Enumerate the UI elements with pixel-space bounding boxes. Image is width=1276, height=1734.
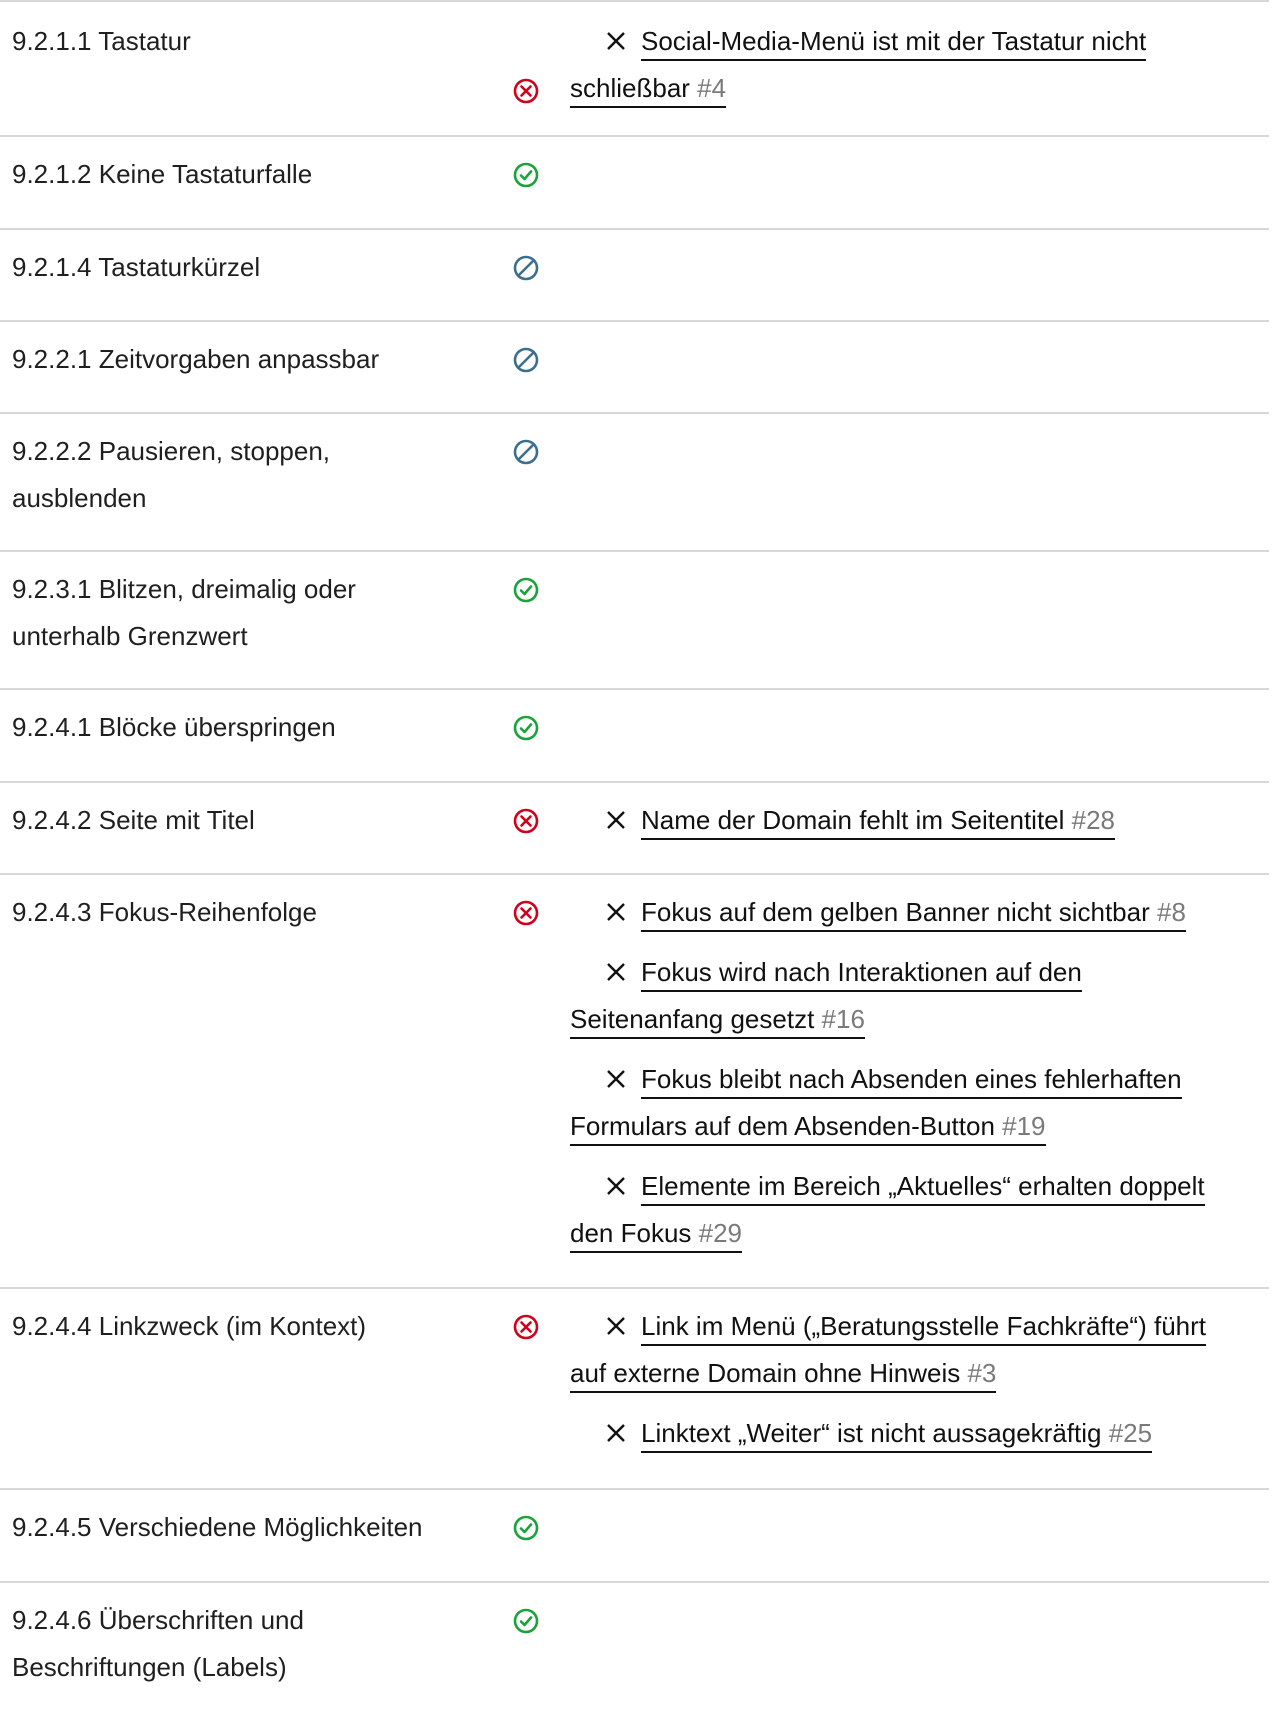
issue-link[interactable]: Name der Domain fehlt im Seitentitel #28 xyxy=(641,805,1116,840)
check-circle-icon xyxy=(513,715,539,741)
table-row: 9.2.2.1 Zeitvorgaben anpassbar xyxy=(0,320,1269,412)
table-row: 9.2.4.3 Fokus-Reihenfolge Fokus auf dem … xyxy=(0,873,1269,1287)
pass-status-icon xyxy=(511,575,543,607)
issue-link[interactable]: Linktext „Weiter“ ist nicht aussagekräft… xyxy=(641,1418,1153,1453)
issue-link[interactable]: schließbar #4 xyxy=(570,73,727,108)
fail-status-icon xyxy=(511,76,543,108)
criterion-label: 9.2.1.1 Tastatur xyxy=(12,26,191,56)
issue-item-continued: Seitenanfang gesetzt #16 xyxy=(570,996,1261,1043)
pass-status-icon xyxy=(511,160,543,192)
criterion-label: 9.2.2.2 Pausieren, stoppen, ausblenden xyxy=(12,436,331,513)
x-circle-icon xyxy=(513,78,539,104)
close-x-icon xyxy=(607,1317,625,1335)
table-row: 9.2.4.2 Seite mit Titel Name der Domain … xyxy=(0,781,1269,873)
criterion-label: 9.2.4.6 Überschriften und Beschriftungen … xyxy=(12,1605,304,1682)
slash-circle-icon xyxy=(513,255,539,281)
issue-link[interactable]: den Fokus #29 xyxy=(570,1218,743,1253)
criterion-label: 9.2.4.3 Fokus-Reihenfolge xyxy=(12,897,317,927)
slash-circle-icon xyxy=(513,439,539,465)
issue-item-continued: den Fokus #29 xyxy=(570,1210,1261,1257)
issue-item-continued: auf externe Domain ohne Hinweis #3 xyxy=(570,1350,1261,1397)
criterion-label: 9.2.1.2 Keine Tastaturfalle xyxy=(12,159,313,189)
not-applicable-status-icon xyxy=(511,253,543,285)
issue-link[interactable]: Elemente im Bereich „Aktuelles“ erhalten… xyxy=(641,1171,1205,1206)
fail-status-icon xyxy=(511,806,543,838)
criterion-label: 9.2.4.4 Linkzweck (im Kontext) xyxy=(12,1311,367,1341)
issue-link[interactable]: Fokus bleibt nach Absenden eines fehlerh… xyxy=(641,1064,1182,1099)
check-circle-icon xyxy=(513,1515,539,1541)
check-circle-icon xyxy=(513,1608,539,1634)
issue-link[interactable]: Link im Menü („Beratungsstelle Fachkräft… xyxy=(641,1311,1206,1346)
issue-link[interactable]: Fokus wird nach Interaktionen auf den xyxy=(641,957,1082,992)
table-row: 9.2.4.6 Überschriften und Beschriftungen … xyxy=(0,1581,1269,1723)
issue-item: Elemente im Bereich „Aktuelles“ erhalten… xyxy=(605,1163,1261,1210)
table-row: 9.2.3.1 Blitzen, dreimalig oder unterhalb… xyxy=(0,550,1269,688)
issue-item: Social-Media-Menü ist mit der Tastatur n… xyxy=(605,18,1261,65)
fail-status-icon xyxy=(511,898,543,930)
issue-link[interactable]: Seitenanfang gesetzt #16 xyxy=(570,1004,865,1039)
issue-item: Name der Domain fehlt im Seitentitel #28 xyxy=(605,797,1261,844)
fail-status-icon xyxy=(511,1312,543,1344)
table-row: 9.2.4.1 Blöcke überspringen xyxy=(0,688,1269,781)
not-applicable-status-icon xyxy=(511,437,543,469)
check-circle-icon xyxy=(513,162,539,188)
close-x-icon xyxy=(607,811,625,829)
issue-item: Fokus wird nach Interaktionen auf den xyxy=(605,949,1261,996)
close-x-icon xyxy=(607,963,625,981)
table-row: 9.2.2.2 Pausieren, stoppen, ausblenden xyxy=(0,412,1269,550)
table-row: 9.2.1.1 Tastatur Social-Media-Menü ist m… xyxy=(0,0,1269,135)
issue-link[interactable]: Formulars auf dem Absenden-Button #19 xyxy=(570,1111,1046,1146)
close-x-icon xyxy=(607,1070,625,1088)
close-x-icon xyxy=(607,32,625,50)
pass-status-icon xyxy=(511,1513,543,1545)
issue-item: Fokus auf dem gelben Banner nicht sichtb… xyxy=(605,889,1261,936)
table-row: 9.2.1.4 Tastaturkürzel xyxy=(0,228,1269,320)
close-x-icon xyxy=(607,1424,625,1442)
issue-link[interactable]: Fokus auf dem gelben Banner nicht sichtb… xyxy=(641,897,1186,932)
issue-item: Link im Menü („Beratungsstelle Fachkräft… xyxy=(605,1303,1261,1350)
criterion-label: 9.2.3.1 Blitzen, dreimalig oder unterhalb… xyxy=(12,574,356,651)
issue-item: Linktext „Weiter“ ist nicht aussagekräft… xyxy=(605,1410,1261,1457)
slash-circle-icon xyxy=(513,347,539,373)
pass-status-icon xyxy=(511,1606,543,1638)
criterion-label: 9.2.1.4 Tastaturkürzel xyxy=(12,252,261,282)
x-circle-icon xyxy=(513,1314,539,1340)
table-row: 9.2.4.5 Verschiedene Möglichkeiten xyxy=(0,1488,1269,1581)
issue-item: Fokus bleibt nach Absenden eines fehlerh… xyxy=(605,1056,1261,1103)
x-circle-icon xyxy=(513,808,539,834)
audit-table: 9.2.1.1 Tastatur Social-Media-Menü ist m… xyxy=(0,0,1269,1723)
close-x-icon xyxy=(607,1177,625,1195)
x-circle-icon xyxy=(513,900,539,926)
issue-link[interactable]: Social-Media-Menü ist mit der Tastatur n… xyxy=(641,26,1147,61)
not-applicable-status-icon xyxy=(511,345,543,377)
table-row: 9.2.1.2 Keine Tastaturfalle xyxy=(0,135,1269,228)
issue-item-continued: schließbar #4 xyxy=(570,65,1261,112)
pass-status-icon xyxy=(511,713,543,745)
criterion-label: 9.2.2.1 Zeitvorgaben anpassbar xyxy=(12,344,380,374)
issue-item-continued: Formulars auf dem Absenden-Button #19 xyxy=(570,1103,1261,1150)
issue-link[interactable]: auf externe Domain ohne Hinweis #3 xyxy=(570,1358,997,1393)
close-x-icon xyxy=(607,903,625,921)
criterion-label: 9.2.4.2 Seite mit Titel xyxy=(12,805,255,835)
criterion-label: 9.2.4.1 Blöcke überspringen xyxy=(12,712,336,742)
table-row: 9.2.4.4 Linkzweck (im Kontext) Link im M… xyxy=(0,1287,1269,1488)
check-circle-icon xyxy=(513,577,539,603)
criterion-label: 9.2.4.5 Verschiedene Möglichkeiten xyxy=(12,1512,423,1542)
